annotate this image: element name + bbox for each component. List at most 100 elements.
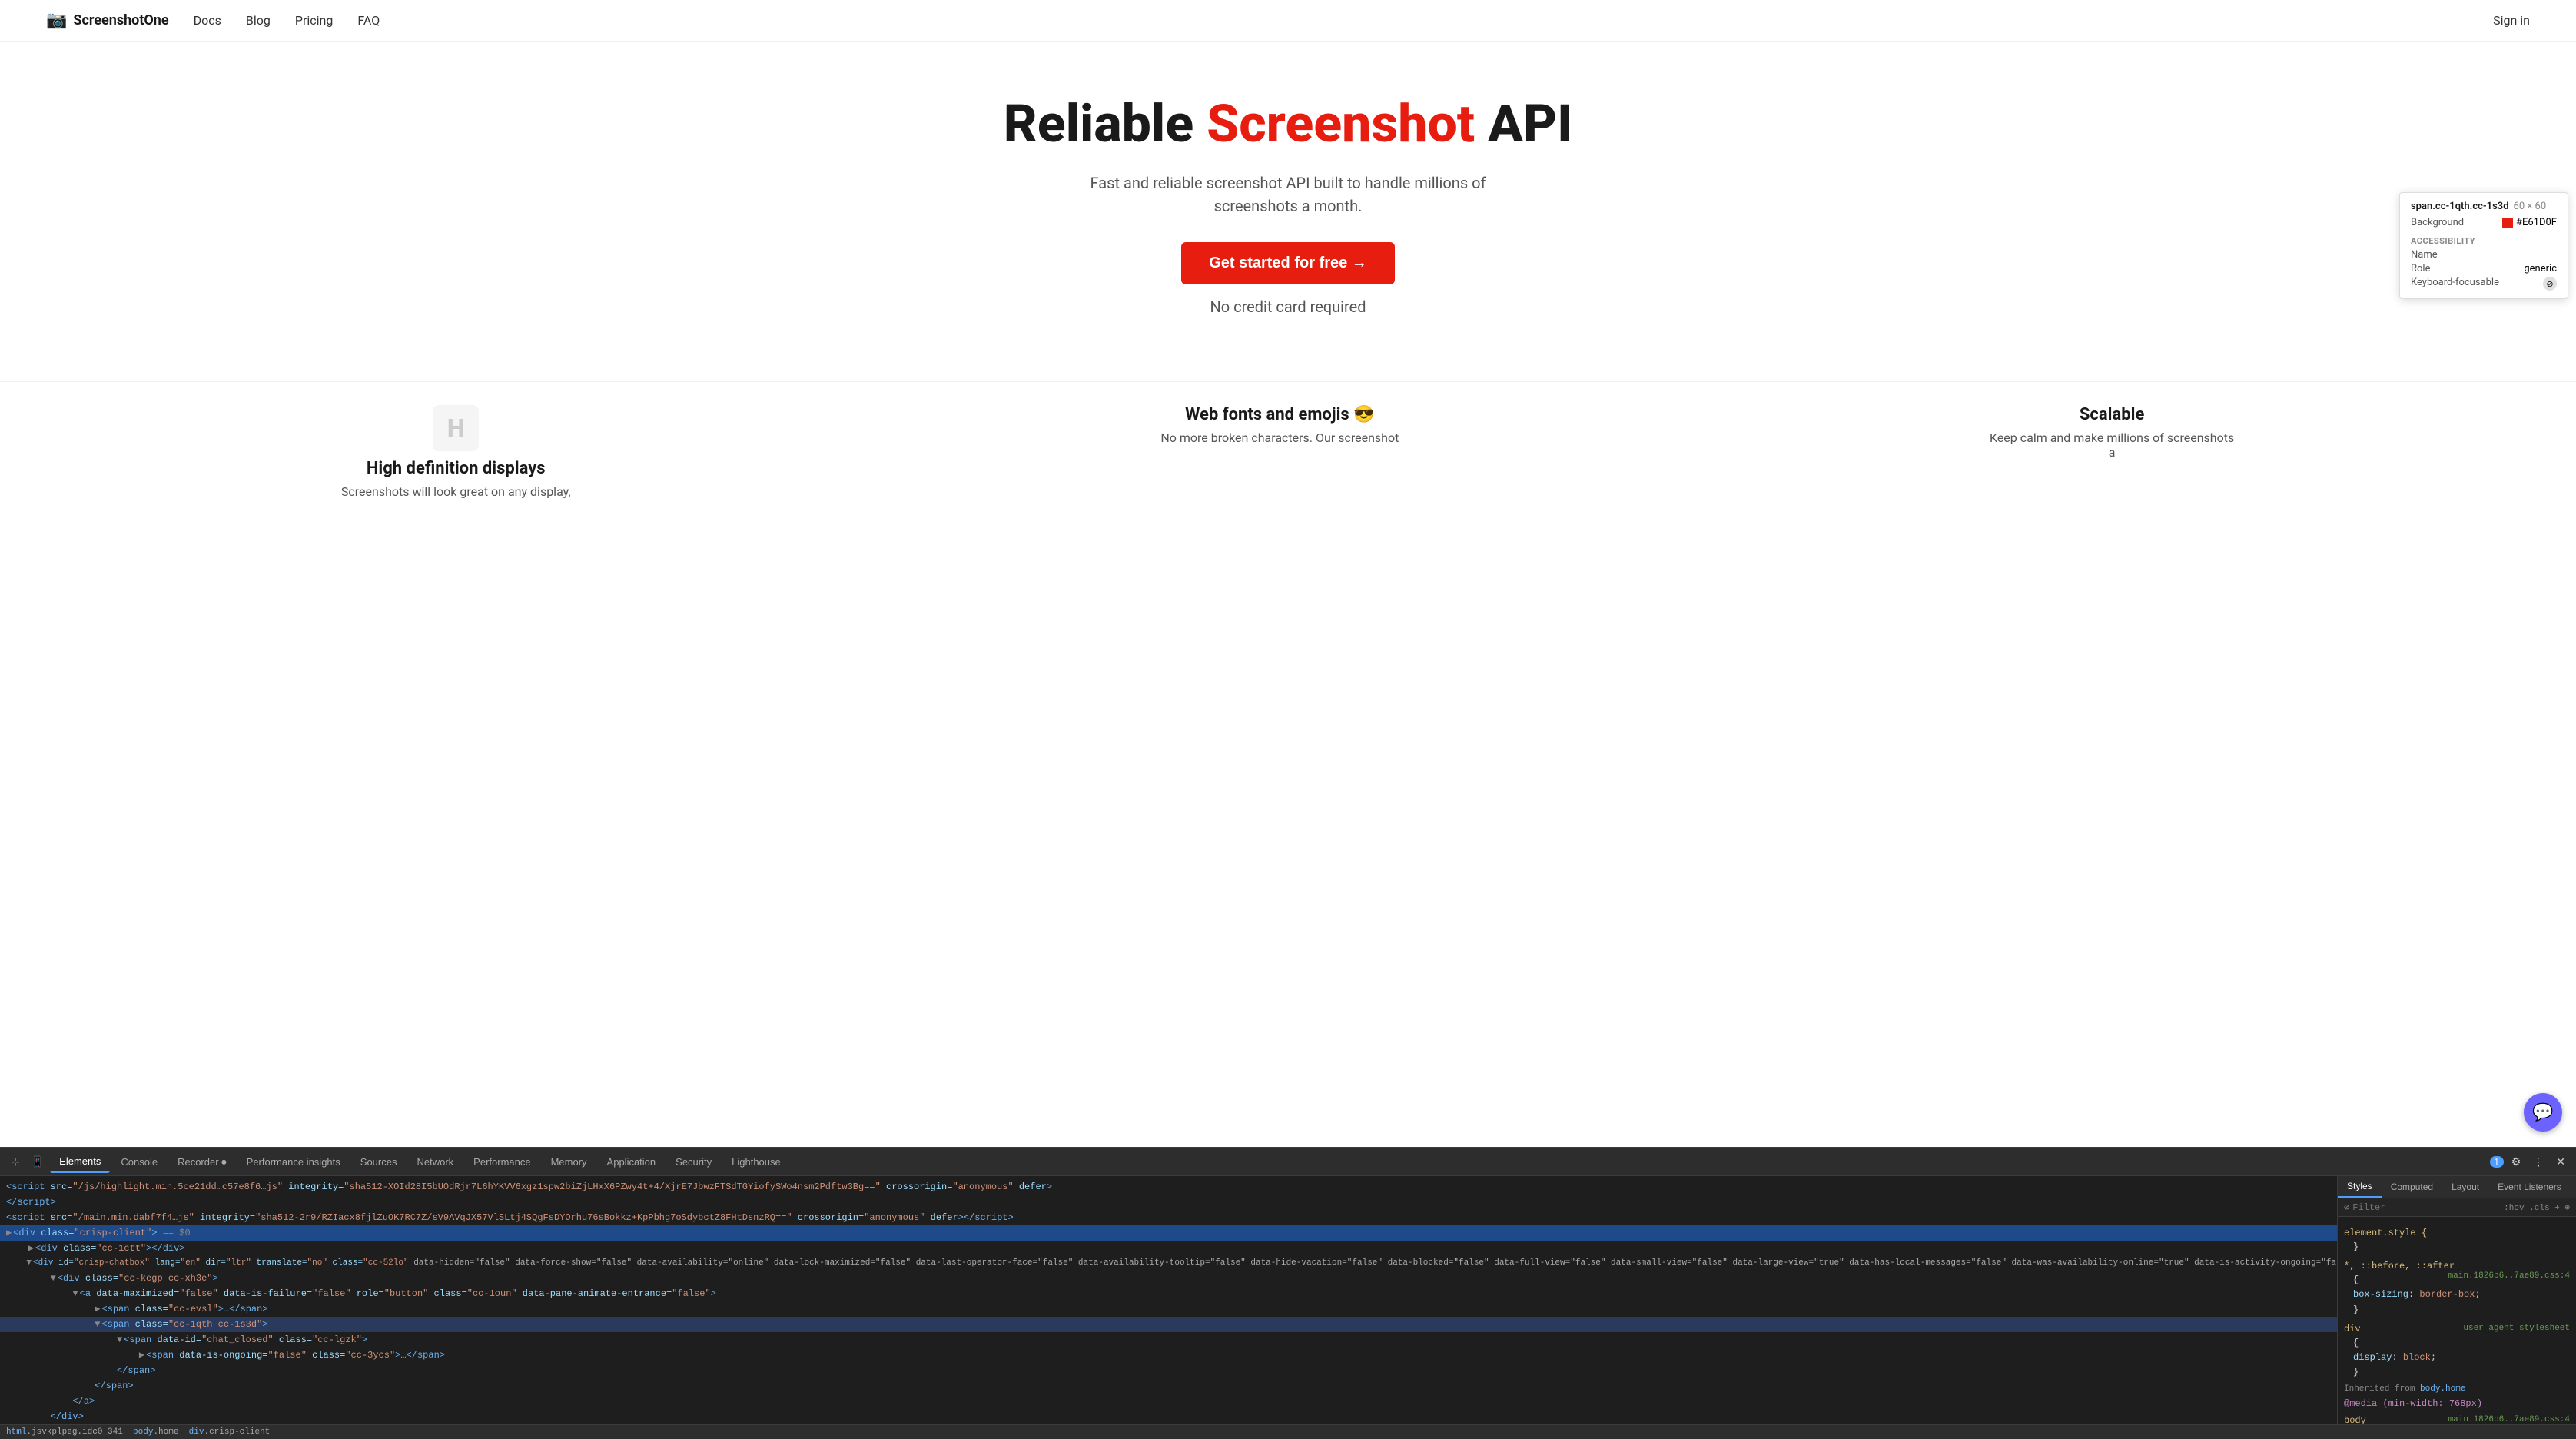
tooltip-bg-value: #E61D0F <box>2502 217 2557 228</box>
tab-styles[interactable]: Styles <box>2338 1176 2382 1198</box>
dom-line: ▼<div class="cc-kegp cc-xh3e"> <box>0 1271 2337 1286</box>
style-rule-div: div user agent stylesheet <box>2344 1324 2570 1334</box>
tab-event-listeners[interactable]: Event Listeners <box>2488 1176 2571 1198</box>
style-rule-close: } <box>2344 1303 2570 1318</box>
tab-performance[interactable]: Performance <box>464 1152 539 1172</box>
nav-docs[interactable]: Docs <box>194 13 221 28</box>
tab-sources[interactable]: Sources <box>351 1152 407 1172</box>
feature-hd-desc: Screenshots will look great on any displ… <box>341 484 571 499</box>
style-source-useragent: user agent stylesheet <box>2463 1324 2570 1333</box>
style-rule-close: } <box>2344 1365 2570 1380</box>
style-rule-prop: display: block; <box>2344 1351 2570 1365</box>
breadcrumb-html: html <box>6 1427 26 1437</box>
hero-section: Reliable Screenshot API Fast and reliabl… <box>0 42 2576 374</box>
logo-text: ScreenshotOne <box>73 12 168 28</box>
breadcrumb-body: body <box>133 1427 153 1437</box>
nav-pricing[interactable]: Pricing <box>295 13 334 28</box>
dom-panel[interactable]: <script src="/js/highlight.min.5ce21dd…c… <box>0 1176 2338 1424</box>
nav-faq[interactable]: FAQ <box>357 13 380 28</box>
tab-security[interactable]: Security <box>666 1152 721 1172</box>
tooltip-keyboard-value: ⊘ <box>2543 277 2557 291</box>
hero-title-highlight: Screenshot <box>1207 93 1475 155</box>
tooltip-role-row: Role generic <box>2411 263 2557 274</box>
styles-filter-bar: ⊘ :hov .cls + ⊕ <box>2338 1198 2576 1217</box>
tooltip-popup: span.cc-1qth.cc-1s3d 60 × 60 Background … <box>2399 192 2568 299</box>
tab-performance-insights[interactable]: Performance insights <box>237 1152 350 1172</box>
dom-line: ▼<span data-id="chat_closed" class="cc-l… <box>0 1332 2337 1348</box>
dom-line: </span> <box>0 1363 2337 1378</box>
hero-title-part1: Reliable <box>1004 93 1207 155</box>
feature-fonts: Web fonts and emojis 😎 No more broken ch… <box>1160 405 1399 499</box>
filter-icon: ⊘ <box>2344 1201 2349 1213</box>
tab-elements[interactable]: Elements <box>50 1151 110 1173</box>
dom-line: </a> <box>0 1394 2337 1409</box>
style-rule-body: body main.1826b6..7ae89.css:4 <box>2344 1415 2570 1424</box>
logo[interactable]: 📷 ScreenshotOne <box>46 11 169 30</box>
recorder-label: Recorder ⏺ <box>178 1156 227 1168</box>
perf-insights-label: Performance insights <box>247 1156 340 1168</box>
devtools-settings-icon[interactable]: ⚙ <box>2507 1152 2526 1171</box>
navbar: 📷 ScreenshotOne Docs Blog Pricing FAQ Si… <box>0 0 2576 42</box>
style-rule-prop: { <box>2344 1336 2570 1351</box>
dom-line-selected: ▶<div class="crisp-client"> == $0 <box>0 1225 2337 1241</box>
navbar-left: 📷 ScreenshotOne Docs Blog Pricing FAQ <box>46 11 380 30</box>
features-section: H High definition displays Screenshots w… <box>0 381 2576 499</box>
nav-blog[interactable]: Blog <box>246 13 271 28</box>
dom-line: ▼<div id="crisp-chatbox" lang="en" dir="… <box>0 1256 2337 1271</box>
inherited-from-label: Inherited from body.home <box>2344 1384 2570 1394</box>
devtools-more-icon[interactable]: ⋮ <box>2528 1152 2548 1171</box>
dom-line-highlighted: ▼<span class="cc-1qth cc-1s3d"> <box>0 1317 2337 1332</box>
tooltip-name-row: Name <box>2411 249 2557 261</box>
feature-scalable-title: Scalable <box>1989 405 2235 424</box>
tooltip-role-label: Role <box>2411 263 2430 274</box>
styles-content: element.style { } *, ::before, ::after m… <box>2338 1217 2576 1424</box>
dom-line: <script src="/js/highlight.min.5ce21dd…c… <box>0 1179 2337 1195</box>
tab-lighthouse[interactable]: Lighthouse <box>722 1152 790 1172</box>
feature-hd-icon: H <box>433 405 479 451</box>
sign-in-link[interactable]: Sign in <box>2493 13 2530 28</box>
tooltip-selector: span.cc-1qth.cc-1s3d <box>2411 201 2509 212</box>
dom-line: ▼<a data-maximized="false" data-is-failu… <box>0 1286 2337 1301</box>
devtools-panel: ⊹ 📱 Elements Console Recorder ⏺ Performa… <box>0 1147 2576 1439</box>
style-source: main.1826b6..7ae89.css:4 <box>2448 1271 2570 1281</box>
breadcrumb-bar: html.jsvkplpeg.idc0_341 body.home div.cr… <box>0 1424 2576 1439</box>
dom-line: ▶<span class="cc-evsl">…</span> <box>0 1301 2337 1317</box>
style-rule-element: element.style { <box>2344 1228 2570 1238</box>
devtools-badge: 1 <box>2490 1156 2504 1168</box>
dom-line: <script src="/main.min.dabf7f4…js" integ… <box>0 1210 2337 1225</box>
chat-bubble[interactable]: 💬 <box>2524 1093 2562 1132</box>
tab-application[interactable]: Application <box>598 1152 666 1172</box>
feature-scalable: Scalable Keep calm and make millions of … <box>1989 405 2235 499</box>
style-rule-prop: box-sizing: border-box; <box>2344 1288 2570 1302</box>
dom-line: ▶<div class="cc-1ctt"></div> <box>0 1241 2337 1256</box>
feature-scalable-desc: Keep calm and make millions of screensho… <box>1989 430 2235 460</box>
devtools-device-icon[interactable]: 📱 <box>26 1152 48 1171</box>
styles-filter-input[interactable] <box>2352 1202 2501 1213</box>
devtools-body: <script src="/js/highlight.min.5ce21dd…c… <box>0 1176 2576 1424</box>
tab-layout[interactable]: Layout <box>2442 1176 2488 1198</box>
dom-line: ▶<span data-is-ongoing="false" class="cc… <box>0 1348 2337 1363</box>
tooltip-keyboard-label: Keyboard-focusable <box>2411 277 2499 291</box>
feature-hd: H High definition displays Screenshots w… <box>341 405 571 499</box>
devtools-toolbar: ⊹ 📱 Elements Console Recorder ⏺ Performa… <box>0 1148 2576 1176</box>
tab-console[interactable]: Console <box>111 1152 167 1172</box>
tab-recorder[interactable]: Recorder ⏺ <box>168 1152 236 1173</box>
feature-fonts-title: Web fonts and emojis 😎 <box>1160 405 1399 424</box>
no-credit-card-text: No credit card required <box>15 295 2561 318</box>
breadcrumb-div: div <box>189 1427 204 1437</box>
style-source-body: main.1826b6..7ae89.css:4 <box>2448 1415 2570 1424</box>
tooltip-accessibility-label: ACCESSIBILITY <box>2411 236 2557 246</box>
tooltip-color-hex: #E61D0F <box>2516 217 2557 228</box>
tooltip-color-swatch <box>2502 218 2513 228</box>
cta-button[interactable]: Get started for free → <box>1181 242 1395 284</box>
tab-network[interactable]: Network <box>407 1152 463 1172</box>
tab-computed[interactable]: Computed <box>2382 1176 2442 1198</box>
dom-line: </div> <box>0 1409 2337 1424</box>
feature-hd-title: High definition displays <box>341 459 571 478</box>
tab-memory[interactable]: Memory <box>542 1152 596 1172</box>
tooltip-bg-label: Background <box>2411 217 2464 228</box>
devtools-close-icon[interactable]: ✕ <box>2551 1152 2570 1171</box>
styles-panel: Styles Computed Layout Event Listeners ⊘… <box>2338 1176 2576 1424</box>
logo-icon: 📷 <box>46 11 67 30</box>
devtools-cursor-icon[interactable]: ⊹ <box>6 1152 25 1171</box>
